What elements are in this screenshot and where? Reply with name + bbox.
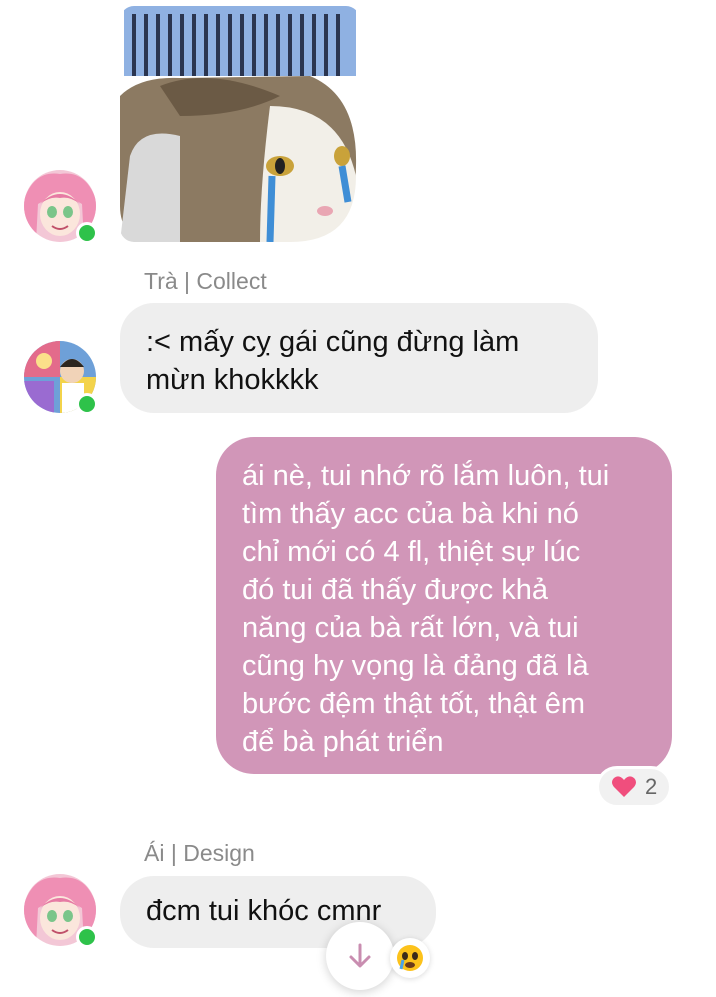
sender-name: Ái | Design	[144, 840, 255, 866]
message-text-line: bước đệm thật tốt, thật êm	[242, 688, 586, 720]
crying-face-icon	[397, 945, 423, 971]
message-text-line: chỉ mới có 4 fl, thiệt sự lúc	[242, 536, 581, 568]
reaction-badge[interactable]: 2	[596, 766, 673, 808]
sender-name: Trà | Collect	[144, 268, 267, 294]
avatar[interactable]	[24, 341, 98, 415]
message-text-line: :< mấy cỵ gái cũng đừng làm	[146, 326, 520, 358]
message-text-line: mừn khokkkk	[146, 364, 319, 396]
message-text-line: để bà phát triển	[242, 726, 444, 758]
arrow-down-icon	[349, 943, 371, 968]
avatar[interactable]	[24, 170, 98, 244]
reaction-count: 2	[645, 774, 658, 799]
online-indicator	[76, 926, 98, 948]
sticker[interactable]	[120, 6, 360, 242]
message-text-line: ái nè, tui nhớ rõ lắm luôn, tui	[242, 460, 610, 492]
online-indicator	[76, 393, 98, 415]
avatar[interactable]	[24, 874, 98, 948]
incoming-message-bubble[interactable]: :< mấy cỵ gái cũng đừng làm mừn khokkkk	[120, 303, 598, 413]
online-indicator	[76, 222, 98, 244]
message-text-line: năng của bà rất lớn, và tui	[242, 612, 579, 644]
message-text-line: cũng hy vọng là đảng đã là	[242, 650, 589, 682]
message-text-line: đó tui đã thấy được khả	[242, 574, 549, 606]
scroll-to-bottom-button[interactable]	[326, 922, 394, 990]
crying-cat-sticker-icon	[120, 6, 360, 242]
emoji-reaction[interactable]	[390, 938, 430, 978]
message-text-line: tìm thấy acc của bà khi nó	[242, 498, 579, 530]
outgoing-message-bubble[interactable]: ái nè, tui nhớ rõ lắm luôn, tui tìm thấy…	[216, 437, 672, 774]
heart-icon	[612, 776, 636, 797]
